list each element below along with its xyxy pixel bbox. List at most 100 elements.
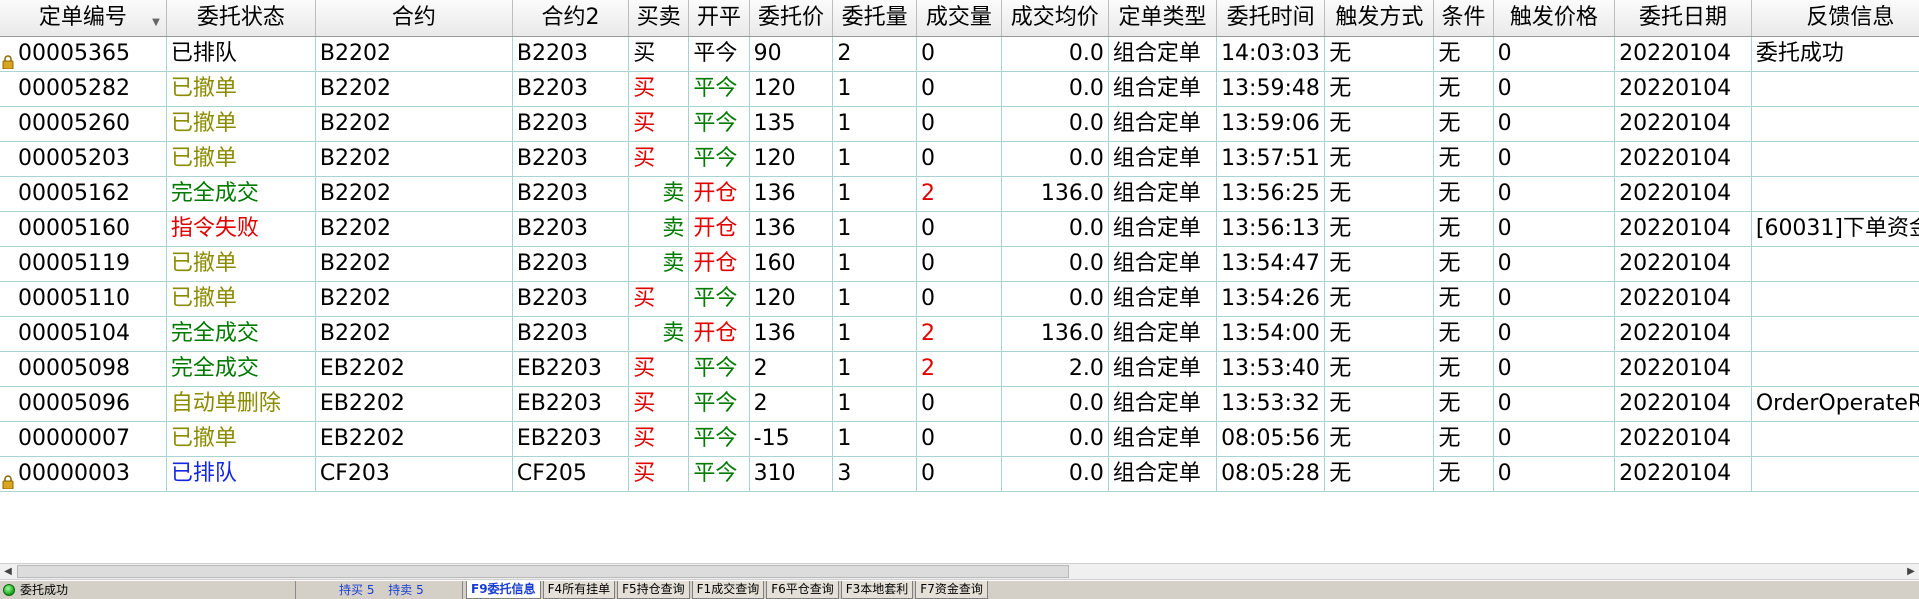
scroll-left-arrow-icon[interactable]: ◀: [0, 564, 16, 579]
cell-type: 组合定单: [1108, 351, 1218, 387]
cell-time: 13:54:26: [1216, 281, 1326, 317]
cell-filled: 2: [916, 176, 1002, 212]
col-header-trigger[interactable]: 触发方式: [1324, 0, 1435, 37]
cell-trigprice: 0: [1493, 106, 1616, 142]
table-row[interactable]: 00005160 指令失败 B2202 B2203 卖开仓 136 1 0 0.0 组合定单 13:…: [0, 211, 1919, 247]
table-row[interactable]: 00005119 已撤单 B2202 B2203 卖开仓 160 1 0 0.0 组合定单 13:5…: [0, 246, 1919, 282]
col-header-contract2[interactable]: 合约2: [512, 0, 630, 37]
table-row[interactable]: 00005098 完全成交 EB2202 EB2203 买平今 2 1 2 2.0 组合定单 13:…: [0, 351, 1919, 387]
col-header-avgprice[interactable]: 成交均价: [1001, 0, 1109, 37]
cell-qty: 1: [832, 71, 918, 107]
cell-contract: B2202: [315, 211, 513, 247]
col-header-price[interactable]: 委托价: [749, 0, 834, 37]
col-header-filled[interactable]: 成交量: [916, 0, 1002, 37]
col-header-cond[interactable]: 条件: [1433, 0, 1494, 37]
cell-price: 160: [749, 246, 834, 282]
cell-type: 组合定单: [1108, 421, 1218, 457]
table-row[interactable]: 00005203 已撤单 B2202 B2203 买平今 120 1 0 0.0 组合定单 13:5…: [0, 141, 1919, 177]
col-header-feedback[interactable]: 反馈信息: [1751, 0, 1919, 37]
cell-price: 136: [749, 211, 834, 247]
cell-trigger: 无: [1324, 456, 1435, 492]
col-header-contract[interactable]: 合约: [315, 0, 513, 37]
cell-qty: 1: [832, 351, 918, 387]
cell-feedback: [1751, 71, 1919, 107]
cell-side: 买: [628, 71, 690, 107]
col-header-label: 委托状态: [196, 4, 285, 30]
col-header-label: 委托价: [757, 4, 824, 30]
cell-side: 买: [628, 386, 690, 422]
table-row[interactable]: 00005096 自动单删除 EB2202 EB2203 买平今 2 1 0 0.0 组合定单 13…: [0, 386, 1919, 422]
cell-type: 组合定单: [1108, 36, 1218, 72]
col-header-label: 成交量: [925, 4, 992, 30]
table-row[interactable]: 00005260 已撤单 B2202 B2203 买平今 135 1 0 0.0 组合定单 13:5…: [0, 106, 1919, 142]
cell-feedback: [1751, 351, 1919, 387]
col-header-status[interactable]: 委托状态: [166, 0, 316, 37]
cell-avgprice: 0.0: [1001, 71, 1109, 107]
col-header-id[interactable]: 定单编号 ▼: [0, 0, 167, 37]
cell-type: 组合定单: [1108, 386, 1218, 422]
tab-f4[interactable]: F4所有挂单: [542, 581, 616, 599]
cell-filled: 0: [916, 281, 1002, 317]
cell-trigprice: 0: [1493, 316, 1616, 352]
cell-price: 120: [749, 281, 834, 317]
cell-contract: B2202: [315, 316, 513, 352]
tab-f7[interactable]: F7资金查询: [915, 581, 988, 599]
cell-status: 已撤单: [166, 281, 316, 317]
table-row[interactable]: 00005104 完全成交 B2202 B2203 卖开仓 136 1 2 136.0 组合定单 1…: [0, 316, 1919, 352]
cell-cond: 无: [1433, 36, 1494, 72]
cell-feedback: [1751, 281, 1919, 317]
tab-f6[interactable]: F6平仓查询: [766, 581, 839, 599]
tab-f9[interactable]: F9委托信息: [466, 581, 541, 599]
cell-contract: B2202: [315, 176, 513, 212]
cell-id: 00005282: [0, 71, 167, 107]
cell-avgprice: 0.0: [1001, 456, 1109, 492]
cell-price: 120: [749, 71, 834, 107]
cell-contract2: B2203: [512, 176, 630, 212]
cell-feedback: OrderOperateRec: [1751, 386, 1919, 422]
col-header-label: 委托时间: [1226, 4, 1315, 30]
cell-trigger: 无: [1324, 421, 1435, 457]
cell-oc: 平今: [688, 71, 750, 107]
cell-time: 08:05:28: [1216, 456, 1326, 492]
cell-qty: 1: [832, 386, 918, 422]
table-row[interactable]: 00005110 已撤单 B2202 B2203 买平今 120 1 0 0.0 组合定单 13:5…: [0, 281, 1919, 317]
cell-trigprice: 0: [1493, 176, 1616, 212]
cell-feedback: [1751, 456, 1919, 492]
col-header-date[interactable]: 委托日期: [1614, 0, 1752, 37]
tab-f3[interactable]: F3本地套利: [840, 581, 914, 599]
col-header-time[interactable]: 委托时间: [1216, 0, 1326, 37]
cell-type: 组合定单: [1108, 456, 1218, 492]
table-row[interactable]: 00005365 已排队 B2202 B2203 买平今 90 2 0 0.0 组合定单 14:03…: [0, 36, 1919, 72]
table-row[interactable]: 00005162 完全成交 B2202 B2203 卖开仓 136 1 2 136.0 组合定单 1…: [0, 176, 1919, 212]
tab-f5[interactable]: F5持仓查询: [617, 581, 690, 599]
cell-avgprice: 0.0: [1001, 141, 1109, 177]
cell-filled: 0: [916, 421, 1002, 457]
cell-feedback: [1751, 316, 1919, 352]
cell-id: 00005260: [0, 106, 167, 142]
cell-price: 310: [749, 456, 834, 492]
table-row[interactable]: 00005282 已撤单 B2202 B2203 买平今 120 1 0 0.0 组合定单 13:5…: [0, 71, 1919, 107]
table-row[interactable]: 00000003 已排队 CF203 CF205 买平今 310 3 0 0.0 组合定单 08:0…: [0, 456, 1919, 492]
col-header-label: 合约: [391, 4, 436, 30]
cell-status: 已撤单: [166, 246, 316, 282]
cell-contract2: B2203: [512, 141, 630, 177]
col-header-label: 条件: [1441, 4, 1486, 30]
cell-id: 00005098: [0, 351, 167, 387]
cell-id: 00005160: [0, 211, 167, 247]
cell-filled: 0: [916, 211, 1002, 247]
cell-status: 完全成交: [166, 176, 316, 212]
col-header-type[interactable]: 定单类型: [1108, 0, 1218, 37]
cell-side: 买: [628, 106, 690, 142]
table-row[interactable]: 00000007 已撤单 EB2202 EB2203 买平今 -15 1 0 0.0 组合定单 08…: [0, 421, 1919, 457]
tab-f1[interactable]: F1成交查询: [691, 581, 765, 599]
col-header-oc[interactable]: 开平: [688, 0, 750, 37]
cell-qty: 1: [832, 141, 918, 177]
cell-time: 13:59:06: [1216, 106, 1326, 142]
col-header-trigprice[interactable]: 触发价格: [1493, 0, 1616, 37]
cell-status: 完全成交: [166, 316, 316, 352]
horizontal-scrollbar[interactable]: ◀ ▶: [0, 563, 1919, 580]
col-header-side[interactable]: 买卖: [628, 0, 690, 37]
scrollbar-thumb[interactable]: [17, 565, 1069, 578]
col-header-qty[interactable]: 委托量: [832, 0, 918, 37]
scroll-right-arrow-icon[interactable]: ▶: [1903, 564, 1919, 579]
